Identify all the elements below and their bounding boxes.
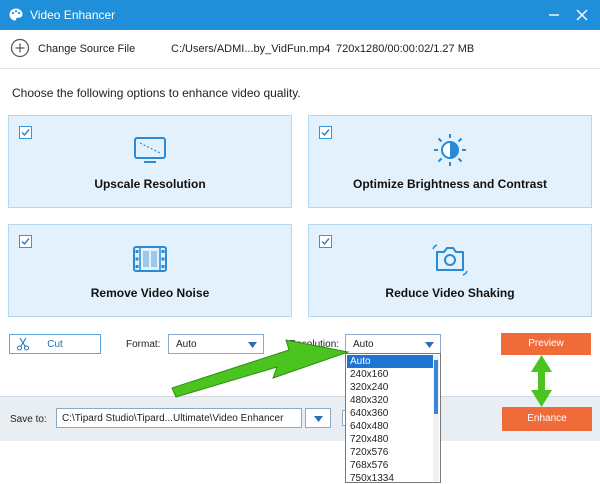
format-value: Auto	[176, 339, 197, 350]
resolution-dropdown-list[interactable]: Auto 240x160 320x240 480x320 640x360 640…	[345, 353, 441, 483]
save-path-field[interactable]: C:\Tipard Studio\Tipard...Ultimate\Video…	[56, 408, 302, 428]
source-info: 720x1280/00:00:02/1.27 MB	[336, 43, 475, 55]
resolution-option[interactable]: Auto	[347, 355, 433, 368]
option-label: Reduce Video Shaking	[385, 286, 515, 300]
option-card-upscale[interactable]: Upscale Resolution	[8, 115, 292, 208]
camera-shake-icon	[432, 244, 468, 276]
format-select[interactable]: Auto	[168, 334, 264, 354]
save-to-label: Save to:	[10, 414, 47, 425]
chevron-down-icon	[314, 416, 323, 422]
option-card-shaking[interactable]: Reduce Video Shaking	[308, 224, 592, 317]
chevron-down-icon	[425, 342, 434, 348]
checkmark-icon	[321, 238, 330, 246]
change-source-button[interactable]: Change Source File	[38, 43, 135, 55]
resolution-option[interactable]: 240x160	[347, 368, 433, 381]
checkmark-icon	[21, 129, 30, 137]
enhance-button[interactable]: Enhance	[502, 407, 592, 431]
format-label: Format:	[126, 339, 161, 350]
resolution-option[interactable]: 640x360	[347, 407, 433, 420]
intro-text: Choose the following options to enhance …	[12, 86, 301, 100]
upscale-checkbox[interactable]	[19, 126, 32, 139]
minimize-icon[interactable]	[544, 5, 564, 25]
resolution-value: Auto	[353, 339, 374, 350]
window-title: Video Enhancer	[30, 8, 116, 22]
cut-label: Cut	[47, 339, 63, 350]
resolution-option[interactable]: 720x480	[347, 433, 433, 446]
resolution-option[interactable]: 768x576	[347, 459, 433, 472]
source-file-bar: Change Source File C:/Users/ADMI...by_Vi…	[0, 30, 600, 69]
brightness-icon	[434, 134, 466, 166]
option-label: Remove Video Noise	[90, 286, 210, 300]
option-card-brightness[interactable]: Optimize Brightness and Contrast	[308, 115, 592, 208]
resolution-option[interactable]: 320x240	[347, 381, 433, 394]
source-path: C:/Users/ADMI...by_VidFun.mp4	[171, 43, 331, 55]
resolution-option[interactable]: 640x480	[347, 420, 433, 433]
cut-button[interactable]: Cut	[9, 334, 101, 354]
upscale-icon	[134, 137, 166, 163]
palette-icon	[9, 8, 23, 21]
dropdown-scroll-thumb[interactable]	[434, 360, 438, 414]
preview-button[interactable]: Preview	[501, 333, 591, 355]
save-path-value: C:\Tipard Studio\Tipard...Ultimate\Video…	[62, 413, 284, 424]
resolution-select[interactable]: Auto	[345, 334, 441, 354]
brightness-checkbox[interactable]	[319, 126, 332, 139]
option-label: Optimize Brightness and Contrast	[352, 177, 548, 191]
title-bar: Video Enhancer	[0, 0, 600, 30]
film-noise-icon	[133, 246, 167, 272]
noise-checkbox[interactable]	[19, 235, 32, 248]
resolution-option[interactable]: 480x320	[347, 394, 433, 407]
resolution-option[interactable]: 720x576	[347, 446, 433, 459]
option-card-noise[interactable]: Remove Video Noise	[8, 224, 292, 317]
resolution-label: Resolution:	[289, 339, 340, 350]
checkmark-icon	[21, 238, 30, 246]
resolution-option[interactable]: 750x1334	[347, 472, 433, 482]
add-file-icon[interactable]	[10, 38, 30, 58]
checkmark-icon	[321, 129, 330, 137]
save-path-dropdown[interactable]	[305, 408, 331, 428]
shaking-checkbox[interactable]	[319, 235, 332, 248]
close-icon[interactable]	[572, 5, 592, 25]
option-label: Upscale Resolution	[94, 177, 206, 191]
chevron-down-icon	[248, 342, 257, 348]
